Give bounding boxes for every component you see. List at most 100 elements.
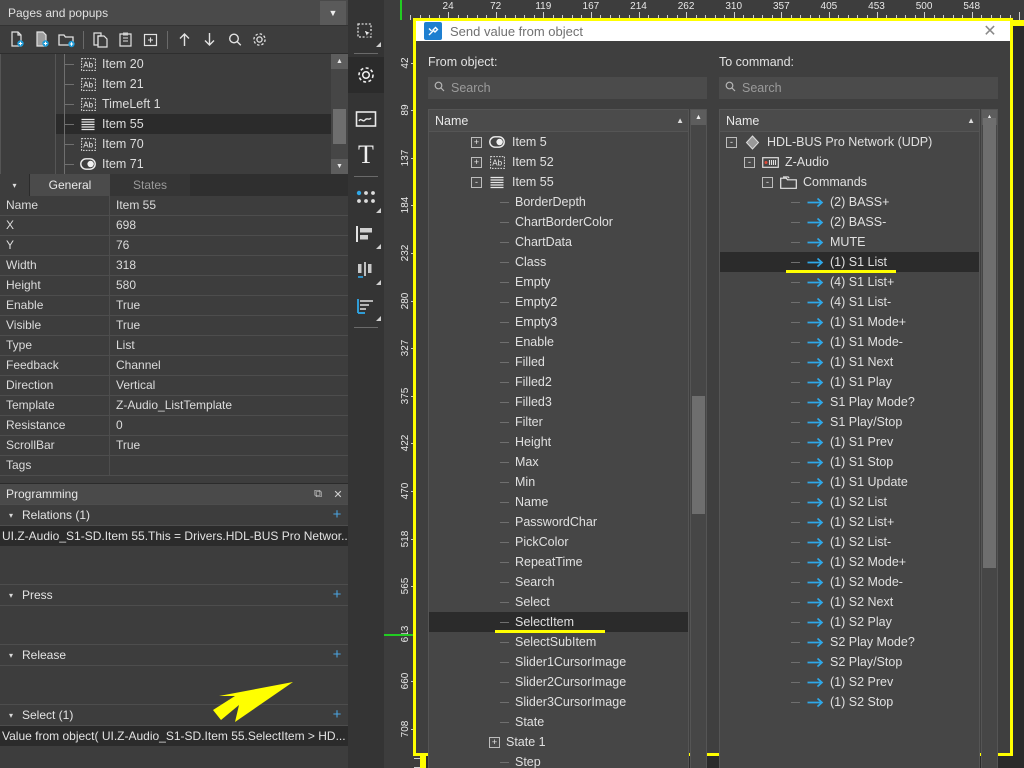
to-command-search[interactable]: Search xyxy=(719,77,998,99)
property-row[interactable]: X698 xyxy=(0,216,348,236)
tree-row[interactable]: (1) S1 Mode+ xyxy=(720,312,979,332)
text-tool-icon[interactable]: T xyxy=(348,137,384,173)
tree-row[interactable]: Empty2 xyxy=(429,292,688,312)
tree-row[interactable]: (2) BASS- xyxy=(720,212,979,232)
tree-row[interactable]: Empty xyxy=(429,272,688,292)
tree-row[interactable]: (1) S1 Next xyxy=(720,352,979,372)
paste-icon[interactable] xyxy=(113,28,138,52)
programming-section-header[interactable]: ▾Relations (1)+ xyxy=(0,504,348,526)
tree-expander-minus-icon[interactable]: - xyxy=(471,177,482,188)
property-value[interactable]: 76 xyxy=(110,236,348,255)
property-row[interactable]: ScrollBarTrue xyxy=(0,436,348,456)
pages-tree-item[interactable]: AbItem 20 xyxy=(56,54,331,74)
property-value[interactable]: Channel xyxy=(110,356,348,375)
tree-row[interactable]: (1) S2 Prev xyxy=(720,672,979,692)
chevron-down-icon[interactable]: ▾ xyxy=(0,651,22,660)
to-command-column-header[interactable]: Name ▲ xyxy=(720,110,979,132)
tree-row[interactable]: Height xyxy=(429,432,688,452)
property-value[interactable]: Z-Audio_ListTemplate xyxy=(110,396,348,415)
property-value[interactable]: 0 xyxy=(110,416,348,435)
tree-row[interactable]: Enable xyxy=(429,332,688,352)
property-row[interactable]: DirectionVertical xyxy=(0,376,348,396)
select-tool-icon[interactable] xyxy=(348,14,384,50)
tree-row[interactable]: Max xyxy=(429,452,688,472)
scroll-down-arrow-icon[interactable]: ▼ xyxy=(331,159,348,174)
tree-row[interactable]: (1) S2 Next xyxy=(720,592,979,612)
property-row[interactable]: Resistance0 xyxy=(0,416,348,436)
property-row[interactable]: FeedbackChannel xyxy=(0,356,348,376)
tool-expand-corner-icon[interactable] xyxy=(376,42,381,47)
tree-row[interactable]: +State 1 xyxy=(429,732,688,752)
chevron-down-icon[interactable]: ▾ xyxy=(0,511,22,520)
tree-expander-plus-icon[interactable]: + xyxy=(489,737,500,748)
tree-row[interactable]: S1 Play Mode? xyxy=(720,392,979,412)
list-tool-expand-corner-icon[interactable] xyxy=(376,316,381,321)
property-row[interactable]: Tags xyxy=(0,456,348,476)
tree-row[interactable]: (1) S1 Stop xyxy=(720,452,979,472)
pages-tree-item[interactable]: Item 71 xyxy=(56,154,331,174)
tree-row[interactable]: -Z-Audio xyxy=(720,152,979,172)
scroll-thumb[interactable] xyxy=(333,109,346,144)
scroll-thumb[interactable] xyxy=(692,396,705,514)
close-icon[interactable]: ✕ xyxy=(328,488,348,501)
duplicate-icon[interactable] xyxy=(138,28,163,52)
property-value[interactable]: True xyxy=(110,296,348,315)
add-action-button[interactable]: + xyxy=(326,708,348,722)
tab-general[interactable]: General xyxy=(30,174,110,196)
sort-asc-icon[interactable]: ▲ xyxy=(676,116,684,125)
property-value[interactable]: 580 xyxy=(110,276,348,295)
new-folder-icon[interactable] xyxy=(54,28,79,52)
tab-states[interactable]: States xyxy=(110,174,190,196)
property-row[interactable]: NameItem 55 xyxy=(0,196,348,216)
tree-row[interactable]: RepeatTime xyxy=(429,552,688,572)
tree-row[interactable]: (4) S1 List- xyxy=(720,292,979,312)
tree-expander-minus-icon[interactable]: - xyxy=(726,137,737,148)
tree-row[interactable]: Search xyxy=(429,572,688,592)
property-value[interactable]: 318 xyxy=(110,256,348,275)
tree-row[interactable]: +Item 5 xyxy=(429,132,688,152)
tree-row[interactable]: (1) S1 Update xyxy=(720,472,979,492)
scroll-up-arrow-icon[interactable]: ▲ xyxy=(691,110,706,125)
grid-tool-icon[interactable] xyxy=(348,180,384,216)
chevron-down-icon[interactable]: ▾ xyxy=(0,591,22,600)
scroll-up-arrow-icon[interactable]: ▲ xyxy=(331,54,348,69)
distribute-tool-expand-corner-icon[interactable] xyxy=(376,280,381,285)
property-value[interactable]: 698 xyxy=(110,216,348,235)
pages-tree-item[interactable]: AbItem 21 xyxy=(56,74,331,94)
tree-expander-minus-icon[interactable]: - xyxy=(762,177,773,188)
property-row[interactable]: Width318 xyxy=(0,256,348,276)
tree-row[interactable]: ChartBorderColor xyxy=(429,212,688,232)
add-action-button[interactable]: + xyxy=(326,508,348,522)
programming-section-header[interactable]: ▾Press+ xyxy=(0,584,348,606)
property-row[interactable]: Height580 xyxy=(0,276,348,296)
copy-icon[interactable] xyxy=(88,28,113,52)
tree-row[interactable]: Filled xyxy=(429,352,688,372)
tree-row[interactable]: -Commands xyxy=(720,172,979,192)
tree-row[interactable]: PasswordChar xyxy=(429,512,688,532)
tree-row[interactable]: Slider3CursorImage xyxy=(429,692,688,712)
tree-row[interactable]: Select xyxy=(429,592,688,612)
property-value[interactable] xyxy=(110,456,348,475)
to-command-scrollbar[interactable]: ▲ ▼ xyxy=(981,109,998,768)
scroll-thumb[interactable] xyxy=(983,118,996,568)
tree-row[interactable]: SelectItem xyxy=(429,612,688,632)
new-popup-icon[interactable] xyxy=(29,28,54,52)
pages-tree[interactable]: AbItem 20AbItem 21AbTimeLeft 1Item 55AbI… xyxy=(0,54,348,174)
pages-tree-item[interactable]: AbItem 70 xyxy=(56,134,331,154)
chevron-down-icon[interactable]: ▼ xyxy=(320,1,346,25)
add-action-button[interactable]: + xyxy=(326,588,348,602)
settings-icon[interactable] xyxy=(247,28,272,52)
pages-tree-item[interactable]: Item 55 xyxy=(56,114,331,134)
tree-row[interactable]: (1) S1 List xyxy=(720,252,979,272)
to-command-tree[interactable]: Name ▲ -HDL-BUS Pro Network (UDP)-Z-Audi… xyxy=(719,109,980,768)
tree-row[interactable]: BorderDepth xyxy=(429,192,688,212)
tree-row[interactable]: PickColor xyxy=(429,532,688,552)
move-down-icon[interactable] xyxy=(197,28,222,52)
pages-tree-scrollbar[interactable]: ▲ ▼ xyxy=(331,54,348,174)
tree-row[interactable]: (1) S1 Prev xyxy=(720,432,979,452)
tree-row[interactable]: (1) S2 Mode+ xyxy=(720,552,979,572)
property-value[interactable]: True xyxy=(110,436,348,455)
from-object-tree[interactable]: Name ▲ +Item 5+AbItem 52-Item 55BorderDe… xyxy=(428,109,689,768)
tree-row[interactable]: Min xyxy=(429,472,688,492)
pages-tree-item[interactable]: AbTimeLeft 1 xyxy=(56,94,331,114)
